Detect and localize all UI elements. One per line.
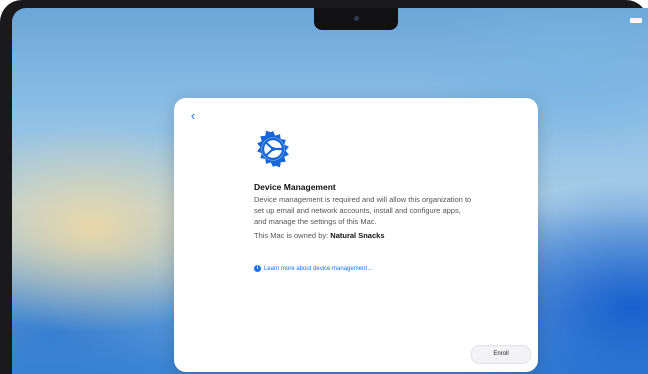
dialog-description: Device management is required and will a… bbox=[254, 195, 472, 226]
info-icon: i bbox=[254, 265, 261, 272]
back-button[interactable]: ‹ bbox=[186, 108, 200, 124]
learn-more-label: Learn more about device management… bbox=[264, 265, 374, 272]
device-management-dialog: ‹ Device Management Device management is… bbox=[174, 98, 538, 372]
camera-icon bbox=[354, 16, 359, 21]
chevron-left-icon: ‹ bbox=[190, 108, 196, 123]
dialog-title: Device Management bbox=[254, 182, 336, 192]
gear-icon bbox=[257, 130, 289, 168]
battery-icon bbox=[630, 18, 642, 23]
owner-label: This Mac is owned by: bbox=[254, 231, 329, 240]
learn-more-link[interactable]: i Learn more about device management… bbox=[254, 265, 373, 272]
owner-name: Natural Snacks bbox=[330, 231, 385, 240]
enroll-button[interactable]: Enroll bbox=[471, 345, 531, 364]
owner-line: This Mac is owned by: Natural Snacks bbox=[254, 231, 474, 240]
